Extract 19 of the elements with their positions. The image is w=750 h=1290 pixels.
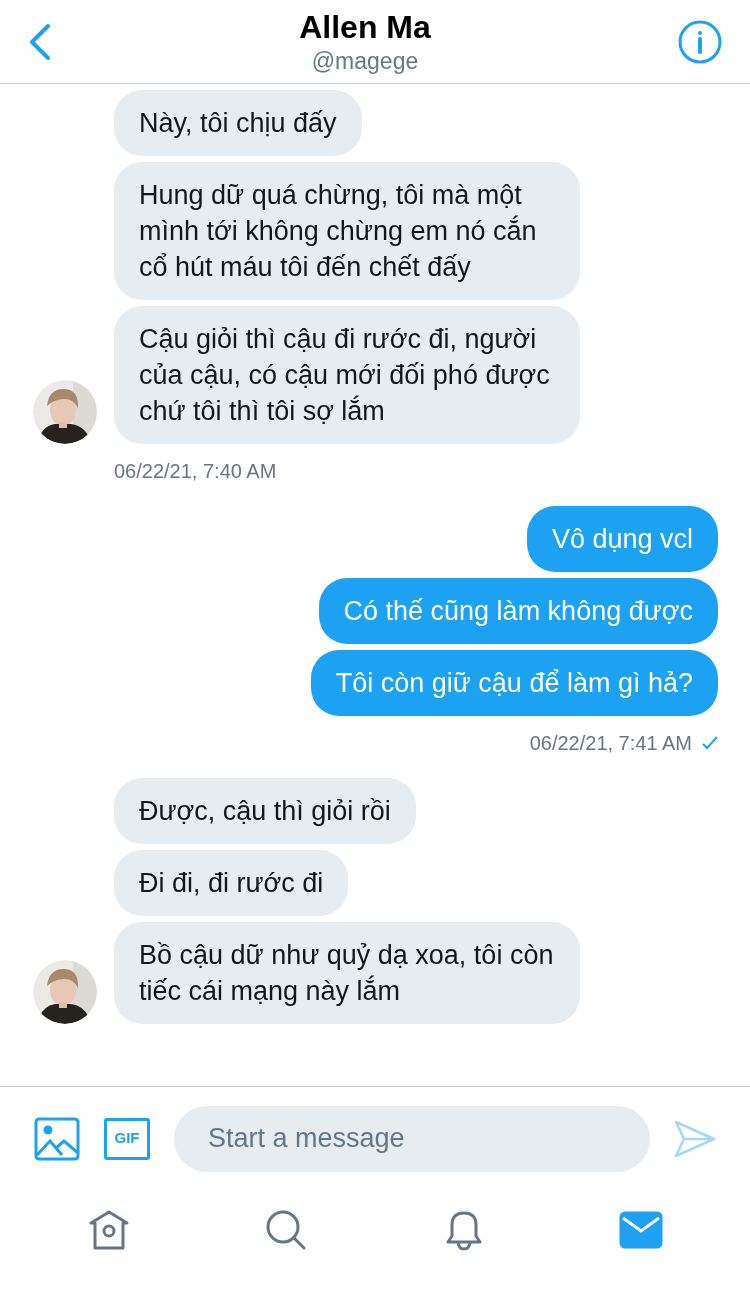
message-bubble: Hung dữ quá chừng, tôi mà một mình tới không chừng em nó cắn cổ hút máu tôi đến chết đấy bbox=[114, 162, 580, 300]
contact-handle: @magege bbox=[311, 46, 419, 76]
message-bubble: Được, cậu thì giỏi rồi bbox=[114, 778, 416, 844]
message-bubble: Này, tôi chịu đấy bbox=[114, 90, 362, 156]
info-icon[interactable] bbox=[678, 19, 722, 64]
back-icon[interactable] bbox=[28, 21, 52, 62]
message-bubble: Vô dụng vcl bbox=[526, 506, 718, 572]
message-field[interactable]: Start a message bbox=[174, 1105, 650, 1172]
message-bubble: Bồ cậu dữ như quỷ dạ xoa, tôi còn tiếc cái mạng này lắm bbox=[114, 922, 580, 1024]
gif-button[interactable]: GIF bbox=[104, 1117, 150, 1160]
message-bubble: Tôi còn giữ cậu để làm gì hả? bbox=[310, 650, 718, 716]
message-bubble: Đi đi, đi rước đi bbox=[114, 850, 349, 916]
send-icon[interactable] bbox=[674, 1118, 716, 1159]
message-bubble: Cậu giỏi thì cậu đi rước đi, người của cậu, có cậu mới đối phó được chứ tôi thì tôi sợ lắm bbox=[114, 306, 580, 444]
message-bubble: Có thế cũng làm không được bbox=[318, 578, 718, 644]
message-timestamp: 06/22/21, 7:41 AM bbox=[529, 731, 692, 756]
message-timestamp: 06/22/21, 7:40 AM bbox=[114, 459, 277, 484]
image-icon[interactable] bbox=[34, 1116, 80, 1161]
contact-name: Allen Ma bbox=[299, 7, 431, 46]
